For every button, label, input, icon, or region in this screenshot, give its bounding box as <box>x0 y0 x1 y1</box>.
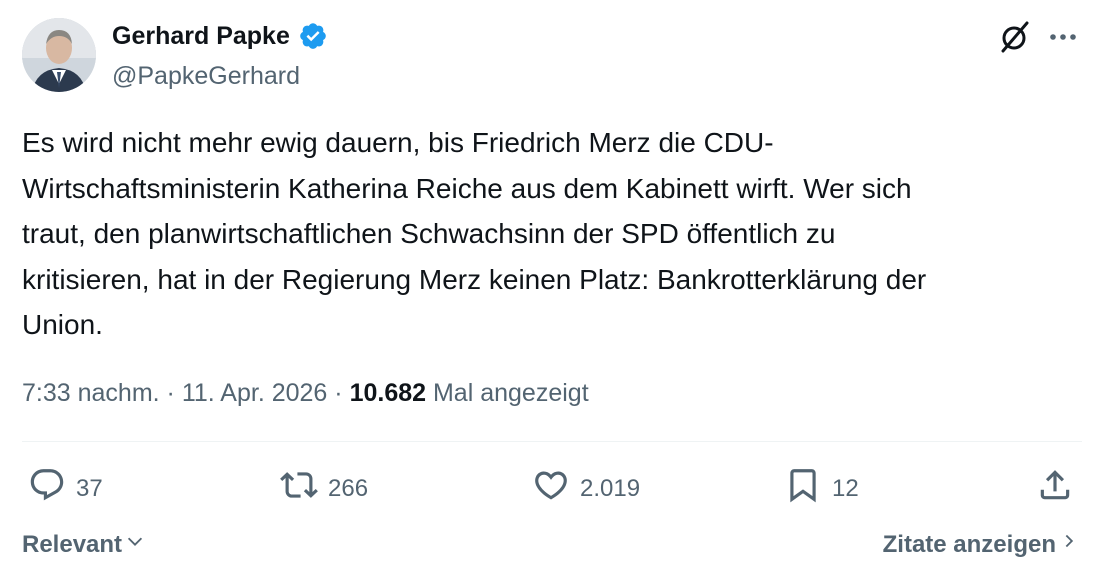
share-icon <box>1036 466 1074 511</box>
like-button[interactable]: 2.019 <box>532 466 640 511</box>
views-count: 10.682 <box>349 379 427 407</box>
sort-dropdown[interactable]: Relevant <box>22 530 146 559</box>
like-icon <box>532 466 570 511</box>
bookmark-icon <box>784 466 822 511</box>
author-name[interactable]: Gerhard Papke <box>112 20 290 52</box>
chevron-down-icon <box>124 530 146 559</box>
grok-icon[interactable] <box>998 20 1032 54</box>
tweet-text: Es wird nicht mehr ewig dauern, bis Frie… <box>22 127 927 340</box>
meta-separator: · <box>166 379 175 407</box>
reply-icon <box>28 466 66 511</box>
share-button[interactable] <box>1036 466 1074 511</box>
bookmark-count: 12 <box>832 474 859 502</box>
like-count: 2.019 <box>580 474 641 502</box>
quotes-label: Zitate anzeigen <box>882 530 1056 558</box>
reply-button[interactable]: 37 <box>28 466 103 511</box>
sort-label: Relevant <box>22 530 123 558</box>
tweet-date[interactable]: 11. Apr. 2026 <box>182 379 328 407</box>
repost-button[interactable]: 266 <box>280 466 368 511</box>
divider <box>22 441 1082 442</box>
tweet-meta: 7:33 nachm. · 11. Apr. 2026 · 10.682 Mal… <box>22 375 589 411</box>
repost-count: 266 <box>328 474 369 502</box>
more-icon[interactable] <box>1046 22 1080 52</box>
avatar[interactable] <box>22 18 96 92</box>
tweet-time[interactable]: 7:33 nachm. <box>22 379 160 407</box>
reply-count: 37 <box>76 474 103 502</box>
chevron-right-icon <box>1062 530 1078 559</box>
bookmark-button[interactable]: 12 <box>784 466 859 511</box>
repost-icon <box>280 466 318 511</box>
meta-separator: · <box>334 379 343 407</box>
author-handle[interactable]: @PapkeGerhard <box>112 60 300 92</box>
views-label: Mal angezeigt <box>432 379 589 407</box>
view-quotes-link[interactable]: Zitate anzeigen <box>883 530 1078 559</box>
verified-badge-icon <box>298 21 328 51</box>
